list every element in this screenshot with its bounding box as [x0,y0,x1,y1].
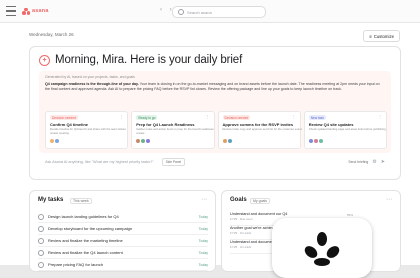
action-card[interactable]: New task ⋮ Review Q4 site updates Check … [303,111,387,149]
tasks-title: My tasks [38,197,64,203]
brief-controls: Send briefing ⚙ ➤ [348,159,385,165]
avatar-group [136,139,151,143]
sliders-icon: ≡ [369,33,372,39]
top-bar: asana ‹ › Search asana [0,0,420,23]
more-icon[interactable]: ⋮ [206,114,210,119]
avatar-group [50,139,59,143]
tasks-filter[interactable]: This week [70,198,92,204]
card-tag: Decision needed [50,115,78,120]
avatar-group [308,139,323,143]
task-name: Review and finalize the marketing timeli… [48,238,123,243]
plus-circle-icon[interactable]: + [39,54,50,66]
send-briefing-button[interactable]: Send briefing [348,160,368,164]
customize-label: Customize [373,33,394,39]
daily-brief-card: + Morning, Mira. Here is your daily brie… [29,46,401,180]
action-cards: Decision needed ⋮ Confirm Q4 timeline De… [45,111,387,149]
current-date: Wednesday, March 26 [29,32,74,37]
brief-summary: Q4 campaign readiness is the through-lin… [45,82,383,92]
customize-button[interactable]: ≡ Customize [363,30,400,42]
more-icon[interactable]: ⋯ [386,196,392,203]
avatar-group [222,139,232,143]
goal-name: Understand and document our Q4 [230,212,288,216]
settings-icon[interactable]: ⚙ [372,159,376,165]
brief-meta: Generated by AI, based on your projects,… [45,75,135,79]
search-placeholder: Search asana [187,9,212,15]
action-card[interactable]: Decision needed ⋮ Confirm Q4 timeline De… [45,111,129,149]
brief-summary-box: Generated by AI, based on your projects,… [39,71,391,153]
action-card[interactable]: Ready to go ⋮ Prep for Q4 Launch Readine… [131,111,215,149]
card-desc: Decide timeline for Q4 launch and share … [50,127,127,135]
card-tag: Ready to go [136,115,158,120]
task-row[interactable]: Review and finalize the Q4 launch conten… [38,247,208,259]
app-window: asana ‹ › Search asana Wednesday, March … [0,0,420,278]
card-tag: New task [308,115,326,120]
action-card[interactable]: Decision needed ⋮ Approve comms for the … [217,111,303,149]
brief-header: + Morning, Mira. Here is your daily brie… [39,54,242,66]
task-due: Today [198,214,208,219]
more-icon[interactable]: ⋮ [119,114,123,119]
goals-filter[interactable]: My goals [250,198,271,204]
ask-ai-input[interactable]: Ask Asana AI anything, like "What are my… [45,160,154,164]
task-row[interactable]: Review and finalize the marketing timeli… [38,235,208,247]
asana-logo-icon [22,7,30,15]
goals-title: Goals [230,197,247,203]
card-tag: Decision needed [222,115,251,120]
app-name: asana [32,8,49,14]
brief-summary-headline: Q4 campaign readiness is the through-lin… [45,82,139,86]
more-icon[interactable]: ⋮ [378,114,382,119]
task-row[interactable]: Prepare pricing FAQ for launch Today [38,259,208,271]
card-desc: Review invite copy and approve send list… [222,127,303,131]
more-icon[interactable]: ⋮ [292,114,296,119]
task-row[interactable]: Develop storyboard for the upcoming camp… [38,223,208,235]
asana-logo[interactable]: asana [22,7,49,15]
more-icon[interactable]: ⋯ [201,196,207,203]
checkbox-icon[interactable] [38,237,44,244]
checkbox-icon[interactable] [38,225,44,232]
search-icon [178,9,184,15]
task-list: Design launch landing guidelines for Q4 T… [38,211,208,271]
task-due: Today [198,238,208,243]
goal-progress: 55% [347,213,354,217]
search-bar[interactable]: Search asana [172,6,266,18]
task-due: Today [198,250,208,255]
task-name: Develop storyboard for the upcoming camp… [48,226,133,231]
checkbox-icon[interactable] [38,213,44,220]
send-icon[interactable]: ➤ [381,159,385,165]
task-due: Today [198,226,208,231]
card-desc: Gather notes and action items to prep fo… [136,127,214,135]
card-desc: Check updated landing page and asset lin… [308,127,387,131]
model-select[interactable]: Side Panel [161,158,186,166]
ask-ai-row: Ask Asana AI anything, like "What are my… [45,157,385,167]
checkbox-icon[interactable] [38,249,44,256]
asana-app-icon [272,218,372,278]
task-row[interactable]: Design launch landing guidelines for Q4 T… [38,211,208,223]
menu-icon[interactable] [6,6,16,16]
task-name: Design launch landing guidelines for Q4 [48,214,119,219]
brief-greeting: Morning, Mira. Here is your daily brief [55,54,243,66]
task-name: Review and finalize the Q4 launch conten… [48,250,123,255]
my-tasks-panel: My tasks This week ⋯ Design launch landi… [29,190,216,272]
asana-mark-icon [304,232,340,266]
